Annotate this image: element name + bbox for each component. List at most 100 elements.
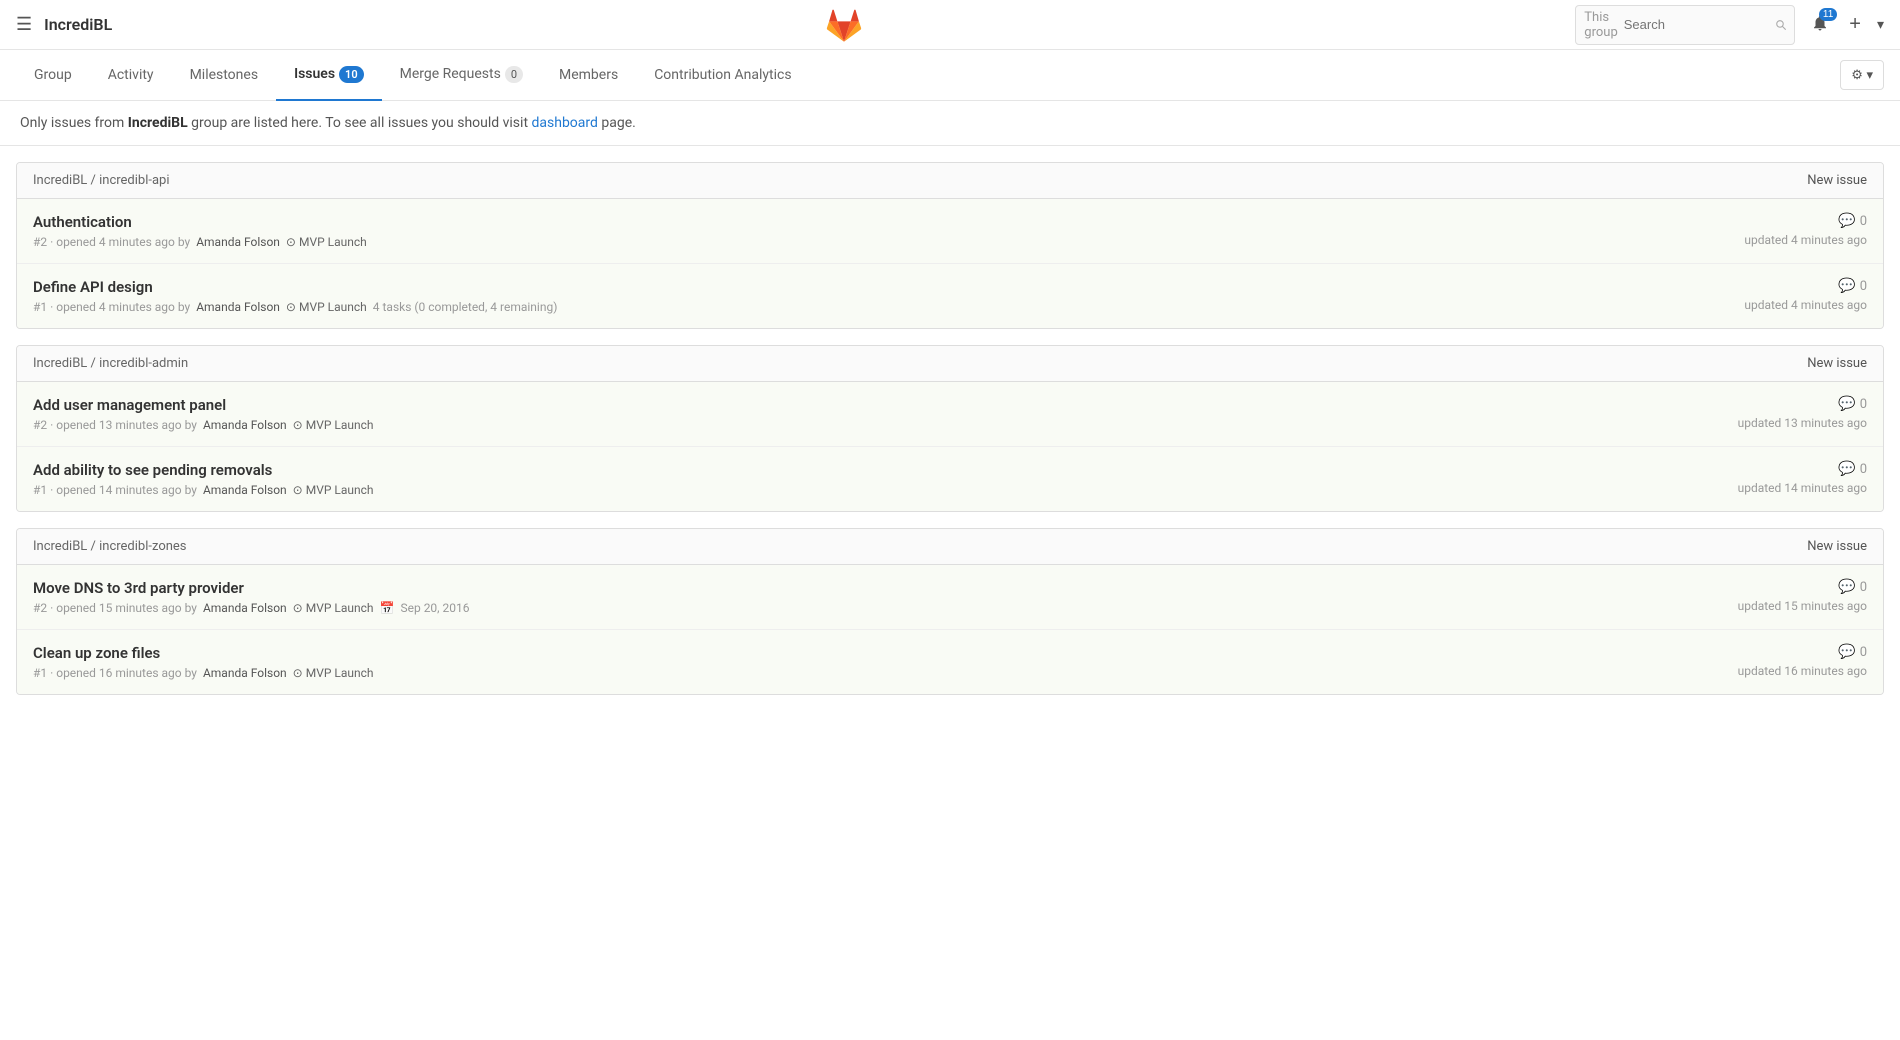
repo-header-2: IncrediBL / incredibl-zones New issue [17,529,1883,565]
issue-row: Move DNS to 3rd party provider#2 · opene… [17,565,1883,630]
comment-icon: 💬 [1838,579,1855,595]
issue-date: Sep 20, 2016 [400,601,469,615]
tab-contribution-analytics[interactable]: Contribution Analytics [636,51,809,101]
repo-block-2: IncrediBL / incredibl-zones New issue Move… [16,528,1884,695]
issue-milestone: ⊙ MVP Launch [286,235,367,249]
hamburger-icon[interactable]: ☰ [16,14,32,35]
milestone-icon: ⊙ [293,601,303,615]
comment-count: 💬0 [1838,213,1867,229]
gitlab-logo [826,7,862,43]
plus-button[interactable]: + [1845,9,1865,40]
banner-suffix: page. [598,115,636,131]
top-bar-right: This group 11 + ▾ [1575,5,1884,45]
comment-count: 💬0 [1838,644,1867,660]
issue-author: Amanda Folson [203,418,287,432]
issue-left-1-1: Add ability to see pending removals #1 · … [33,461,1667,497]
comment-number: 0 [1860,279,1867,294]
issue-title[interactable]: Authentication [33,213,1667,231]
comment-number: 0 [1860,580,1867,595]
milestone-icon: ⊙ [286,235,296,249]
search-box[interactable]: This group [1575,5,1795,45]
search-group-label: This group [1584,10,1617,40]
repo-path-2: IncrediBL / incredibl-zones [33,539,187,554]
tab-badge-issues: 10 [339,66,364,83]
issue-left-2-0: Move DNS to 3rd party provider#2 · opene… [33,579,1667,615]
dashboard-link[interactable]: dashboard [532,115,598,131]
issue-right-1-0: 💬0updated 13 minutes ago [1667,396,1867,430]
tab-milestones[interactable]: Milestones [172,51,277,101]
tab-group[interactable]: Group [16,51,90,101]
tab-issues[interactable]: Issues10 [276,50,382,101]
milestone-icon: ⊙ [286,300,296,314]
new-issue-link-1[interactable]: New issue [1807,356,1867,371]
comment-icon: 💬 [1838,213,1855,229]
issue-tasks: 4 tasks (0 completed, 4 remaining) [373,300,558,314]
new-issue-link-2[interactable]: New issue [1807,539,1867,554]
updated-time: updated 15 minutes ago [1738,599,1867,613]
comment-number: 0 [1860,214,1867,229]
comment-number: 0 [1860,462,1867,477]
updated-time: updated 4 minutes ago [1744,298,1867,312]
issue-left-0-1: Define API design #1 · opened 4 minutes a… [33,278,1667,314]
issue-title[interactable]: Move DNS to 3rd party provider [33,579,1667,597]
issue-number: #2 · opened 4 minutes ago by [33,235,190,249]
issue-title[interactable]: Add ability to see pending removals [33,461,1667,479]
milestone-icon: ⊙ [293,418,303,432]
milestone-icon: ⊙ [293,483,303,497]
comment-number: 0 [1860,397,1867,412]
banner-group-name: IncrediBL [128,115,188,131]
issue-meta: #1 · opened 16 minutes ago by Amanda Fol… [33,666,1667,680]
search-input[interactable] [1624,17,1770,32]
issue-row: Define API design #1 · opened 4 minutes a… [17,264,1883,328]
issue-right-2-1: 💬0 updated 16 minutes ago [1667,644,1867,678]
settings-button[interactable]: ⚙ ▾ [1840,60,1884,90]
issue-author: Amanda Folson [203,601,287,615]
main-content: IncrediBL / incredibl-api New issue Authen… [0,162,1900,695]
issue-milestone: ⊙ MVP Launch [293,666,374,680]
issue-milestone: ⊙ MVP Launch [286,300,367,314]
updated-time: updated 14 minutes ago [1738,481,1867,495]
info-banner: Only issues from IncrediBL group are lis… [0,101,1900,146]
tab-badge-merge-requests: 0 [505,66,523,83]
banner-middle: group are listed here. To see all issues… [188,115,532,131]
app-name: IncrediBL [44,15,112,34]
issue-row: Add user management panel #2 · opened 13 … [17,382,1883,447]
issue-number: #1 · opened 14 minutes ago by [33,483,197,497]
updated-time: updated 13 minutes ago [1738,416,1867,430]
issue-row: Clean up zone files #1 · opened 16 minute… [17,630,1883,694]
comment-count: 💬0 [1838,579,1867,595]
comment-count: 💬0 [1838,461,1867,477]
tab-activity[interactable]: Activity [90,51,172,101]
updated-time: updated 16 minutes ago [1738,664,1867,678]
comment-icon: 💬 [1838,278,1855,294]
issue-left-2-1: Clean up zone files #1 · opened 16 minute… [33,644,1667,680]
tabs-list: GroupActivityMilestonesIssues10Merge Req… [16,50,1840,100]
issue-meta: #2 · opened 13 minutes ago by Amanda Fol… [33,418,1667,432]
issue-number: #1 · opened 16 minutes ago by [33,666,197,680]
issue-title[interactable]: Clean up zone files [33,644,1667,662]
issue-right-0-1: 💬 0 updated 4 minutes ago [1667,278,1867,312]
issue-author: Amanda Folson [196,235,280,249]
top-bar: ☰ IncrediBL This group 11 [0,0,1900,50]
issue-title[interactable]: Add user management panel [33,396,1667,414]
repo-block-0: IncrediBL / incredibl-api New issue Authen… [16,162,1884,329]
notification-badge: 11 [1819,8,1837,21]
tabs-bar: GroupActivityMilestonesIssues10Merge Req… [0,50,1900,101]
issue-milestone: ⊙ MVP Launch [293,601,374,615]
issue-right-2-0: 💬0updated 15 minutes ago [1667,579,1867,613]
issue-row: Authentication #2 · opened 4 minutes ago … [17,199,1883,264]
issue-left-1-0: Add user management panel #2 · opened 13 … [33,396,1667,432]
issue-left-0-0: Authentication #2 · opened 4 minutes ago … [33,213,1667,249]
issue-row: Add ability to see pending removals #1 · … [17,447,1883,511]
issue-title[interactable]: Define API design [33,278,1667,296]
issue-author: Amanda Folson [196,300,280,314]
issue-milestone: ⊙ MVP Launch [293,418,374,432]
tab-merge-requests[interactable]: Merge Requests0 [382,50,541,101]
issue-number: #1 · opened 4 minutes ago by [33,300,190,314]
issue-author: Amanda Folson [203,483,287,497]
tab-members[interactable]: Members [541,51,636,101]
repo-path-0: IncrediBL / incredibl-api [33,173,170,188]
new-issue-link-0[interactable]: New issue [1807,173,1867,188]
notification-button[interactable]: 11 [1807,10,1833,39]
user-menu-button[interactable]: ▾ [1877,16,1884,33]
